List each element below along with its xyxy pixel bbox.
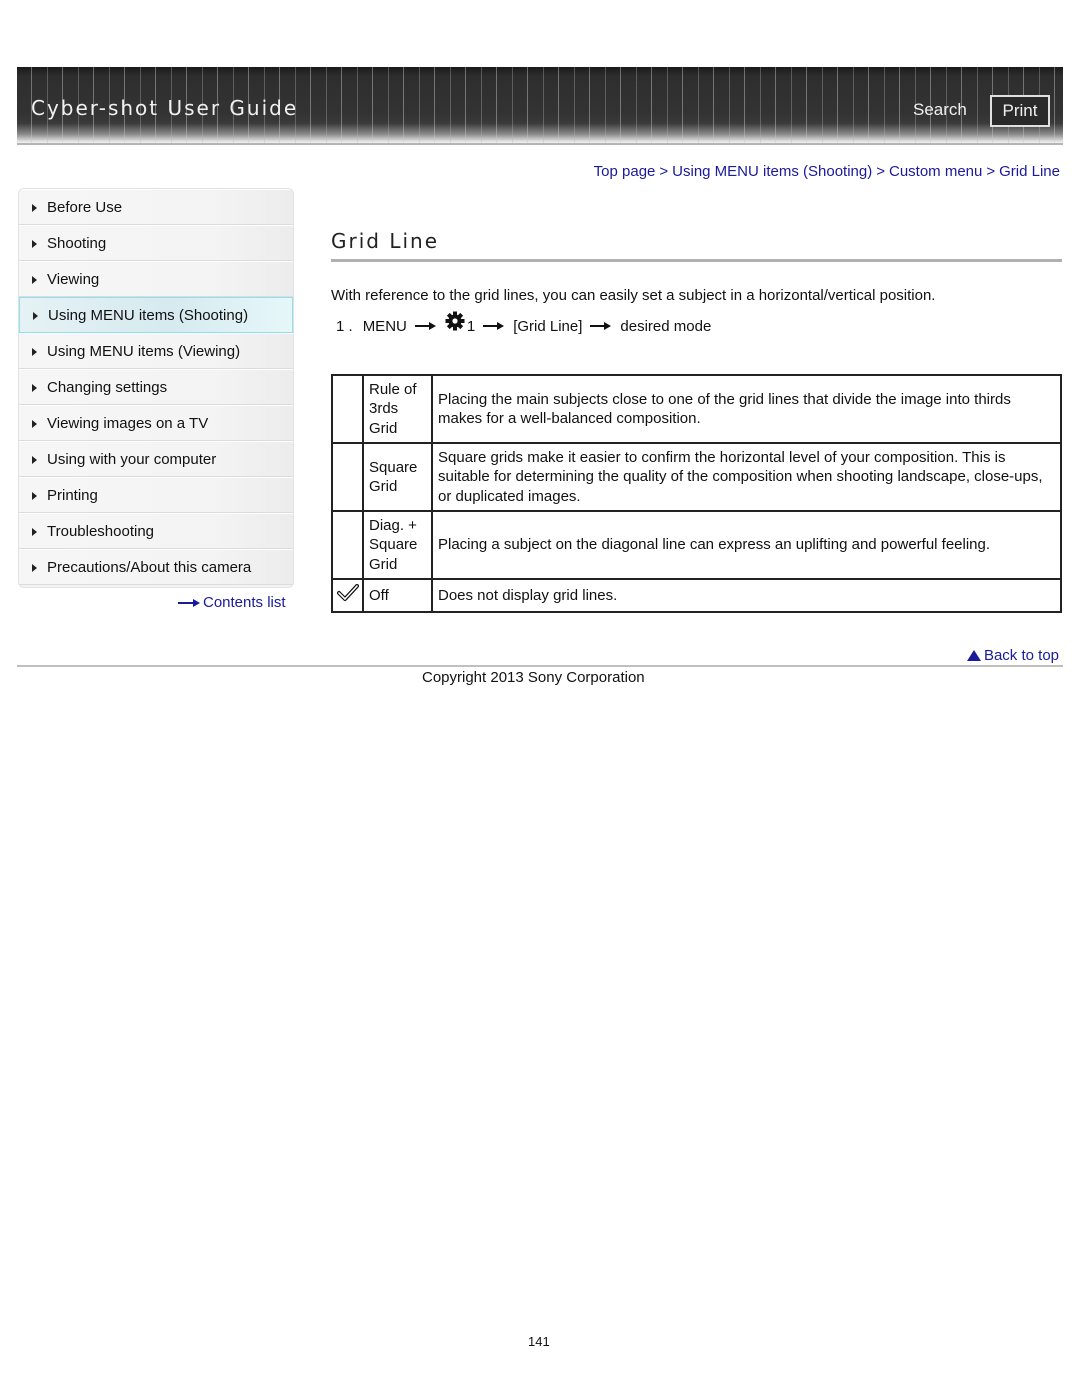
mode-name: Rule of 3rds Grid <box>362 374 433 444</box>
checkmark-icon <box>336 583 359 606</box>
mode-icon-cell <box>331 442 364 512</box>
sidebar-item-using-menu-viewing[interactable]: Using MENU items (Viewing) <box>19 333 293 369</box>
step-tab: 1 <box>466 317 476 335</box>
sidebar-item-label: Troubleshooting <box>47 523 155 540</box>
page-title: Grid Line <box>331 229 440 253</box>
triangle-right-icon <box>32 348 37 356</box>
triangle-right-icon <box>32 204 37 212</box>
back-to-top-link[interactable]: Back to top <box>966 647 1059 664</box>
table-row: Diag. + Square Grid Placing a subject on t… <box>331 510 1062 580</box>
sidebar-item-label: Using MENU items (Shooting) <box>48 307 249 324</box>
back-to-top-label: Back to top <box>983 647 1059 664</box>
copyright: Copyright 2013 Sony Corporation <box>422 669 645 686</box>
sidebar-item-label: Precautions/About this camera <box>47 559 252 576</box>
triangle-up-icon <box>966 650 981 661</box>
mode-name: Off <box>362 578 433 613</box>
sidebar-item-label: Viewing images on a TV <box>47 415 209 432</box>
sidebar-item-printing[interactable]: Printing <box>19 477 293 513</box>
title-divider <box>331 259 1062 262</box>
triangle-right-icon <box>32 564 37 572</box>
sidebar-item-before-use[interactable]: Before Use <box>19 189 293 225</box>
triangle-right-icon <box>33 312 38 320</box>
header-banner: Cyber-shot User Guide Search Print <box>17 67 1063 145</box>
search-link[interactable]: Search <box>913 100 967 120</box>
settings-gear-icon <box>445 311 465 331</box>
sidebar-item-label: Using MENU items (Viewing) <box>47 343 241 360</box>
sidebar-item-viewing[interactable]: Viewing <box>19 261 293 297</box>
step-target: desired mode <box>620 317 712 335</box>
mode-icon-cell <box>331 510 364 580</box>
sidebar-item-label: Shooting <box>47 235 107 252</box>
page-number: 141 <box>528 1334 550 1349</box>
breadcrumb-top-page[interactable]: Top page <box>594 163 656 180</box>
breadcrumb-separator: > <box>659 163 669 180</box>
mode-icon-cell <box>331 374 364 444</box>
mode-description: Placing the main subjects close to one o… <box>431 374 1062 444</box>
mode-description: Square grids make it easier to confirm t… <box>431 442 1062 512</box>
breadcrumb-separator: > <box>876 163 885 180</box>
sidebar-item-viewing-on-tv[interactable]: Viewing images on a TV <box>19 405 293 441</box>
step-number: 1 . <box>336 317 353 335</box>
sidebar-item-shooting[interactable]: Shooting <box>19 225 293 261</box>
mode-name: Square Grid <box>362 442 433 512</box>
arrow-right-icon <box>483 321 505 331</box>
sidebar-item-troubleshooting[interactable]: Troubleshooting <box>19 513 293 549</box>
mode-description: Does not display grid lines. <box>431 578 1062 613</box>
sidebar-item-label: Changing settings <box>47 379 168 396</box>
step-item: [Grid Line] <box>513 317 583 335</box>
sidebar-item-changing-settings[interactable]: Changing settings <box>19 369 293 405</box>
intro-text: With reference to the grid lines, you ca… <box>331 287 936 304</box>
triangle-right-icon <box>32 276 37 284</box>
table-row: Off Does not display grid lines. <box>331 578 1062 613</box>
table-row: Square Grid Square grids make it easier t… <box>331 442 1062 512</box>
triangle-right-icon <box>32 528 37 536</box>
step-menu: MENU <box>362 317 407 335</box>
grid-line-modes-table: Rule of 3rds Grid Placing the main subject… <box>331 374 1062 613</box>
arrow-right-icon <box>178 598 200 608</box>
breadcrumb: Top page > Using MENU items (Shooting) > Cus… <box>594 163 1060 180</box>
guide-title: Cyber-shot User Guide <box>31 96 299 120</box>
mode-icon-cell <box>331 578 364 613</box>
triangle-right-icon <box>32 240 37 248</box>
sidebar-item-precautions[interactable]: Precautions/About this camera <box>19 549 293 585</box>
contents-list-link[interactable]: Contents list <box>178 594 286 611</box>
arrow-right-icon <box>414 321 437 331</box>
triangle-right-icon <box>32 492 37 500</box>
sidebar-item-label: Using with your computer <box>47 451 217 468</box>
breadcrumb-using-menu-shooting[interactable]: Using MENU items (Shooting) <box>672 163 872 180</box>
contents-list-label: Contents list <box>203 594 286 611</box>
table-row: Rule of 3rds Grid Placing the main subject… <box>331 374 1062 444</box>
sidebar-nav: Before Use Shooting Viewing Using MENU i… <box>18 188 294 588</box>
mode-description: Placing a subject on the diagonal line c… <box>431 510 1062 580</box>
header-divider <box>17 143 1063 145</box>
triangle-right-icon <box>32 456 37 464</box>
sidebar-item-label: Viewing <box>47 271 100 288</box>
breadcrumb-custom-menu[interactable]: Custom menu <box>889 163 982 180</box>
menu-step: 1 . MENU 1 [Grid Line] desired mode <box>336 311 712 336</box>
sidebar-item-using-menu-shooting[interactable]: Using MENU items (Shooting) <box>19 297 293 333</box>
triangle-right-icon <box>32 384 37 392</box>
sidebar-item-using-computer[interactable]: Using with your computer <box>19 441 293 477</box>
footer-divider <box>17 665 1063 667</box>
sidebar-item-label: Before Use <box>47 199 123 216</box>
breadcrumb-grid-line[interactable]: Grid Line <box>999 163 1060 180</box>
sidebar-item-label: Printing <box>47 487 98 504</box>
triangle-right-icon <box>32 420 37 428</box>
mode-name: Diag. + Square Grid <box>362 510 433 580</box>
arrow-right-icon <box>590 321 612 331</box>
print-button[interactable]: Print <box>990 95 1050 127</box>
breadcrumb-separator: > <box>986 163 996 180</box>
